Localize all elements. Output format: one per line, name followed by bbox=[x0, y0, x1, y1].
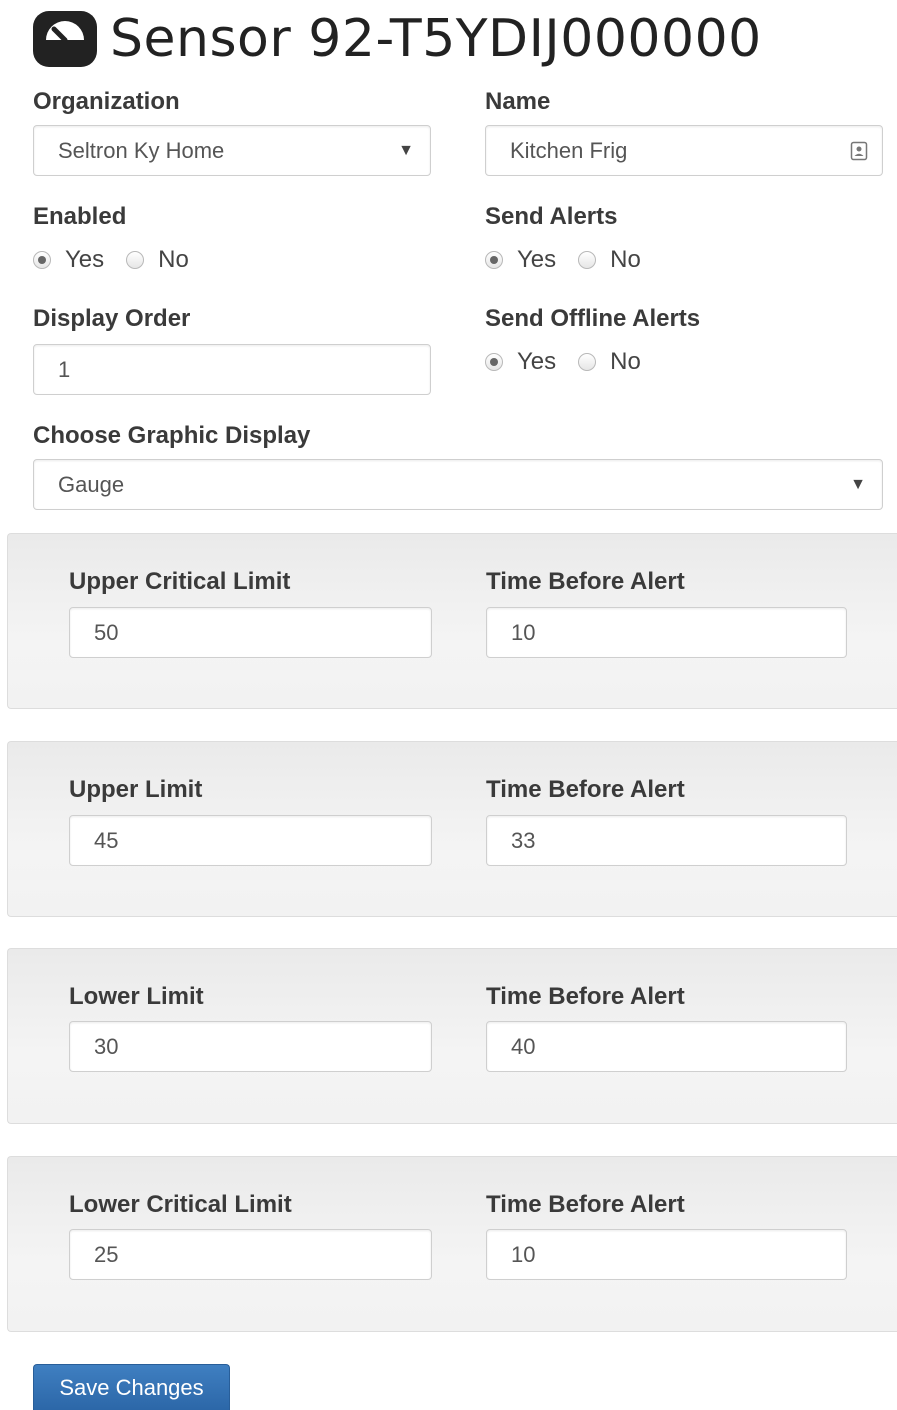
name-input[interactable]: Kitchen Frig bbox=[485, 125, 883, 176]
limit-panel-upper: Upper Limit 45 Time Before Alert 33 bbox=[7, 741, 897, 917]
send-alerts-no-label: No bbox=[610, 246, 641, 273]
graphic-display-select[interactable]: Gauge ▼ bbox=[33, 459, 883, 510]
send-offline-alerts-yes-radio[interactable] bbox=[485, 353, 503, 371]
upper-time-input[interactable]: 33 bbox=[486, 815, 847, 866]
upper-critical-time-input[interactable]: 10 bbox=[486, 607, 847, 658]
enabled-yes-radio[interactable] bbox=[33, 251, 51, 269]
send-offline-alerts-yes-label: Yes bbox=[517, 348, 557, 375]
limit-panel-lower-critical: Lower Critical Limit 25 Time Before Aler… bbox=[7, 1156, 897, 1332]
lower-critical-time-input[interactable]: 10 bbox=[486, 1229, 847, 1280]
chevron-down-icon: ▼ bbox=[850, 475, 866, 493]
lower-critical-limit-input[interactable]: 25 bbox=[69, 1229, 432, 1280]
enabled-radio-group: Yes No bbox=[33, 246, 211, 274]
send-alerts-radio-group: Yes No bbox=[485, 246, 663, 274]
lower-limit-label: Lower Limit bbox=[69, 983, 204, 1010]
lower-critical-time-label: Time Before Alert bbox=[486, 1191, 685, 1218]
lower-limit-input[interactable]: 30 bbox=[69, 1021, 432, 1072]
upper-limit-label: Upper Limit bbox=[69, 776, 203, 803]
enabled-no-radio[interactable] bbox=[126, 251, 145, 269]
lower-time-input[interactable]: 40 bbox=[486, 1021, 847, 1072]
limit-panel-upper-critical: Upper Critical Limit 50 Time Before Aler… bbox=[7, 533, 897, 709]
send-offline-alerts-no-radio[interactable] bbox=[578, 353, 597, 371]
upper-critical-limit-input[interactable]: 50 bbox=[69, 607, 432, 658]
upper-time-label: Time Before Alert bbox=[486, 776, 685, 803]
display-order-label: Display Order bbox=[33, 305, 191, 332]
organization-label: Organization bbox=[33, 88, 180, 115]
send-offline-alerts-no-label: No bbox=[610, 348, 641, 375]
organization-select[interactable]: Seltron Ky Home ▼ bbox=[33, 125, 431, 176]
chevron-down-icon: ▼ bbox=[398, 141, 414, 159]
contact-card-icon bbox=[850, 141, 868, 160]
name-value: Kitchen Frig bbox=[510, 137, 628, 163]
upper-critical-limit-value: 50 bbox=[94, 619, 119, 645]
display-order-value: 1 bbox=[58, 356, 71, 382]
upper-critical-limit-label: Upper Critical Limit bbox=[69, 568, 291, 595]
organization-value: Seltron Ky Home bbox=[58, 137, 225, 163]
upper-time-value: 33 bbox=[511, 827, 536, 853]
gauge-icon bbox=[33, 11, 97, 67]
save-changes-button[interactable]: Save Changes bbox=[33, 1364, 230, 1410]
display-order-input[interactable]: 1 bbox=[33, 344, 431, 395]
lower-critical-limit-label: Lower Critical Limit bbox=[69, 1191, 292, 1218]
page-title: Sensor 92-T5YDIJ000000 bbox=[110, 9, 762, 69]
enabled-yes-label: Yes bbox=[65, 246, 105, 273]
lower-critical-time-value: 10 bbox=[511, 1241, 536, 1267]
upper-critical-time-value: 10 bbox=[511, 619, 536, 645]
lower-critical-limit-value: 25 bbox=[94, 1241, 119, 1267]
send-alerts-label: Send Alerts bbox=[485, 203, 618, 230]
send-alerts-yes-label: Yes bbox=[517, 246, 557, 273]
send-offline-alerts-radio-group: Yes No bbox=[485, 348, 663, 376]
graphic-display-value: Gauge bbox=[58, 471, 125, 497]
send-alerts-no-radio[interactable] bbox=[578, 251, 597, 269]
upper-limit-input[interactable]: 45 bbox=[69, 815, 432, 866]
enabled-no-label: No bbox=[158, 246, 189, 273]
send-offline-alerts-label: Send Offline Alerts bbox=[485, 305, 701, 332]
limit-panel-lower: Lower Limit 30 Time Before Alert 40 bbox=[7, 948, 897, 1124]
graphic-display-label: Choose Graphic Display bbox=[33, 422, 311, 449]
send-alerts-yes-radio[interactable] bbox=[485, 251, 503, 269]
name-label: Name bbox=[485, 88, 551, 115]
page-header: Sensor 92-T5YDIJ000000 bbox=[32, 6, 762, 72]
lower-limit-value: 30 bbox=[94, 1033, 119, 1059]
enabled-label: Enabled bbox=[33, 203, 127, 230]
upper-critical-time-label: Time Before Alert bbox=[486, 568, 685, 595]
lower-time-label: Time Before Alert bbox=[486, 983, 685, 1010]
lower-time-value: 40 bbox=[511, 1033, 536, 1059]
upper-limit-value: 45 bbox=[94, 827, 119, 853]
